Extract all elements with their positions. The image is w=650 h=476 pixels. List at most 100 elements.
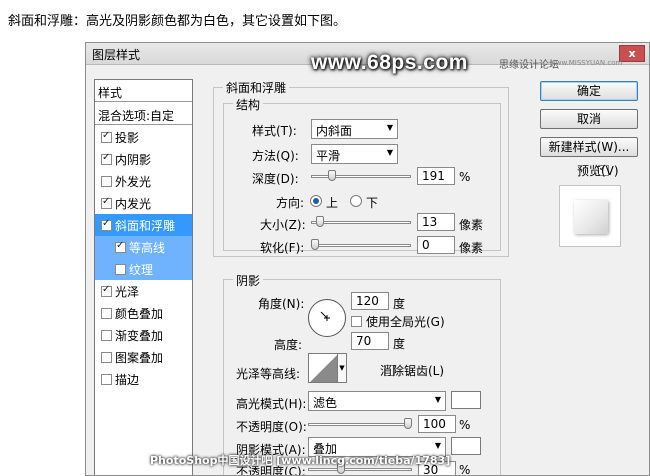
style-list-item[interactable]: 渐变叠加 xyxy=(95,324,192,346)
size-input[interactable]: 13 xyxy=(417,213,455,231)
style-checkbox[interactable] xyxy=(101,351,112,363)
style-list-item[interactable]: 外发光 xyxy=(95,170,192,192)
contour-curve-icon[interactable] xyxy=(308,353,338,383)
style-list-item[interactable]: 光泽 xyxy=(95,280,192,302)
style-list-item[interactable]: 等高线 xyxy=(95,236,192,258)
style-checkbox[interactable] xyxy=(101,329,112,341)
direction-up-radio[interactable] xyxy=(310,195,322,207)
soften-slider-thumb[interactable] xyxy=(311,239,319,250)
cancel-button[interactable]: 取消 xyxy=(540,109,638,129)
style-checkbox[interactable] xyxy=(101,175,112,187)
depth-unit: % xyxy=(459,170,471,184)
direction-down-label: 下 xyxy=(366,196,379,210)
soften-slider-track[interactable] xyxy=(311,244,411,247)
technique-label: 方法(Q): xyxy=(252,149,299,163)
soften-unit: 像素 xyxy=(459,241,484,255)
soften-label: 软化(F): xyxy=(260,241,305,255)
style-list-item[interactable]: 内发光 xyxy=(95,192,192,214)
style-label: 样式(T): xyxy=(252,124,297,138)
style-preview-thumbnail xyxy=(559,185,621,247)
gloss-contour-label: 光泽等高线: xyxy=(236,367,301,381)
highlight-opacity-slider-thumb[interactable] xyxy=(404,418,412,429)
bevel-emboss-title: 斜面和浮雕 xyxy=(223,79,290,96)
style-list-item[interactable]: 颜色叠加 xyxy=(95,302,192,324)
style-list-item-label: 投影 xyxy=(115,130,140,145)
highlight-mode-value: 滤色 xyxy=(313,396,338,410)
angle-label: 角度(N): xyxy=(258,297,305,311)
bottom-watermark: PhotoShop中国设计吧 [www.lincg.com/tieba/1783… xyxy=(150,454,451,467)
technique-select[interactable]: 平滑 ▼ xyxy=(311,144,398,164)
altitude-unit: 度 xyxy=(393,337,406,351)
shadow-opacity-slider-track[interactable] xyxy=(308,468,412,471)
style-checkbox[interactable] xyxy=(101,196,112,209)
style-list: 样式 混合选项:自定 投影内阴影外发光内发光斜面和浮雕等高线纹理光泽颜色叠加渐变… xyxy=(94,79,193,475)
bevel-style-select[interactable]: 内斜面 ▼ xyxy=(311,119,398,139)
style-checkbox[interactable] xyxy=(101,307,112,319)
style-list-item[interactable]: 描边 xyxy=(95,368,192,390)
chevron-down-icon: ▼ xyxy=(339,364,345,372)
altitude-input[interactable]: 70 xyxy=(351,332,389,350)
style-checkbox[interactable] xyxy=(115,263,126,275)
preview-sample xyxy=(574,200,608,234)
intro-text: 斜面和浮雕：高光及阴影颜色都为白色，其它设置如下图。 xyxy=(8,14,347,29)
style-list-item[interactable]: 图案叠加 xyxy=(95,346,192,368)
style-list-item-label: 描边 xyxy=(115,372,140,387)
shadow-color-swatch[interactable] xyxy=(451,437,481,455)
chevron-down-icon: ▼ xyxy=(434,441,441,450)
soften-input[interactable]: 0 xyxy=(417,236,455,254)
global-light-label: 使用全局光(G) xyxy=(366,315,445,329)
shadow-opacity-unit: % xyxy=(459,463,471,476)
direction-down-radio[interactable] xyxy=(350,195,362,207)
style-list-item[interactable]: 纹理 xyxy=(95,258,192,280)
chevron-down-icon: ▼ xyxy=(386,123,393,132)
style-list-item-label: 图案叠加 xyxy=(115,350,164,365)
angle-dial-icon[interactable] xyxy=(308,299,346,337)
style-list-item[interactable]: 斜面和浮雕 xyxy=(95,214,192,236)
style-list-item-label: 内阴影 xyxy=(115,152,152,167)
highlight-mode-select[interactable]: 滤色 ▼ xyxy=(308,391,446,411)
depth-slider-track[interactable] xyxy=(311,175,411,178)
style-list-item[interactable]: 内阴影 xyxy=(95,148,192,170)
depth-label: 深度(D): xyxy=(252,172,299,186)
style-list-header[interactable]: 样式 xyxy=(95,80,192,102)
anti-alias-label: 消除锯齿(L) xyxy=(380,364,445,378)
style-checkbox[interactable] xyxy=(115,240,126,253)
style-checkbox[interactable] xyxy=(101,152,112,165)
style-checkbox[interactable] xyxy=(101,373,112,385)
dialog-title: 图层样式 xyxy=(92,48,141,62)
style-list-item-label: 等高线 xyxy=(129,240,166,255)
highlight-opacity-label: 不透明度(O): xyxy=(236,420,307,434)
style-checkbox[interactable] xyxy=(101,130,112,143)
contour-curve-shape xyxy=(309,354,337,382)
preview-label: 预览(V) xyxy=(577,164,619,178)
highlight-opacity-slider-track[interactable] xyxy=(308,423,412,426)
style-checkbox[interactable] xyxy=(101,218,112,231)
global-light-checkbox[interactable] xyxy=(351,316,362,327)
chevron-down-icon: ▼ xyxy=(434,395,441,404)
structure-title: 结构 xyxy=(233,96,264,113)
style-list-item[interactable]: 投影 xyxy=(95,126,192,148)
highlight-color-swatch[interactable] xyxy=(451,391,481,409)
highlight-opacity-input[interactable]: 100 xyxy=(418,415,456,433)
close-button[interactable]: x xyxy=(619,45,645,62)
direction-up-label: 上 xyxy=(326,196,339,210)
angle-input[interactable]: 120 xyxy=(351,292,389,310)
forum-url-watermark: www.MISSYUAN.com xyxy=(550,59,623,67)
new-style-button[interactable]: 新建样式(W)... xyxy=(540,137,638,157)
angle-dial-needle xyxy=(320,311,330,321)
layer-style-dialog: 图层样式 x www.68ps.com 思缘设计论坛 www.MISSYUAN.… xyxy=(85,42,650,476)
angle-unit: 度 xyxy=(393,297,406,311)
contour-dropdown-button[interactable]: ▼ xyxy=(337,353,347,383)
style-list-item-label: 纹理 xyxy=(129,262,154,277)
size-slider-thumb[interactable] xyxy=(315,216,324,227)
close-icon: x xyxy=(628,47,636,60)
highlight-mode-label: 高光模式(H): xyxy=(236,397,307,411)
ok-button[interactable]: 确定 xyxy=(540,81,638,101)
size-slider-track[interactable] xyxy=(311,221,411,224)
depth-input[interactable]: 191 xyxy=(417,167,455,185)
style-list-item-label: 外发光 xyxy=(115,174,152,189)
site-watermark: www.68ps.com xyxy=(311,51,468,74)
technique-value: 平滑 xyxy=(316,149,341,163)
blend-options-item[interactable]: 混合选项:自定 xyxy=(95,103,192,125)
style-checkbox[interactable] xyxy=(101,284,112,297)
